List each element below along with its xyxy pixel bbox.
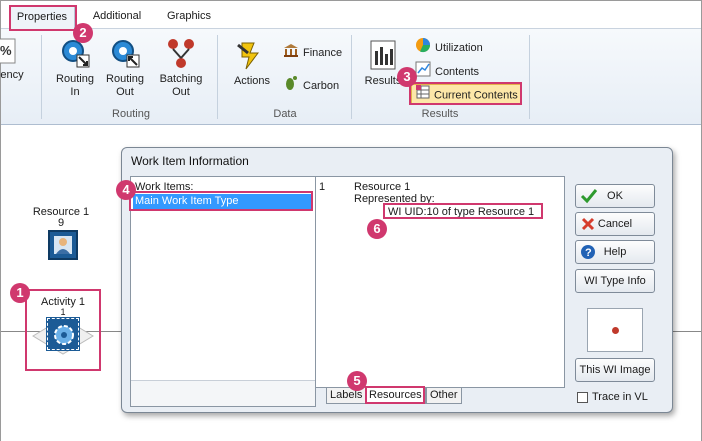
callout-1: 1 [10, 283, 30, 303]
results-group-label: Results [421, 108, 459, 120]
lightning-icon [236, 39, 268, 71]
highlight-resources-tab [365, 386, 425, 404]
svg-text:?: ? [585, 247, 592, 259]
bank-icon [283, 43, 299, 63]
trace-in-vl-checkbox[interactable]: Trace in VL [577, 391, 648, 405]
wi-image-preview [587, 308, 643, 352]
red-dot-icon [612, 327, 619, 334]
footprint-icon [283, 75, 299, 97]
routing-in-label: Routing In [56, 73, 94, 98]
highlight-properties-tab [9, 5, 77, 31]
contents-button[interactable]: Contents [415, 61, 479, 79]
detail-resource: Resource 1 [354, 181, 411, 193]
cancel-label: Cancel [597, 218, 633, 230]
callout-2: 2 [73, 23, 93, 43]
resource-count: 9 [57, 217, 65, 229]
trace-in-vl-label: Trace in VL [592, 391, 648, 403]
batching-out-button[interactable]: Batching Out [153, 37, 209, 99]
utilization-label: Utilization [435, 41, 483, 54]
finance-label: Finance [303, 46, 343, 59]
routing-out-label: Routing Out [106, 73, 144, 98]
close-icon [580, 216, 596, 240]
help-button[interactable]: ? Help [575, 240, 655, 264]
tab-other[interactable]: Other [426, 388, 462, 404]
ribbon: % ency Routing In Routing Out Batching O… [0, 29, 701, 125]
wi-type-info-button[interactable]: WI Type Info [575, 269, 655, 293]
data-group-label: Data [273, 108, 297, 120]
finance-button[interactable]: Finance [283, 43, 342, 61]
help-icon: ? [580, 244, 596, 268]
batching-out-label: Batching Out [159, 73, 203, 98]
wi-type-info-label: WI Type Info [584, 275, 646, 287]
tab-additional[interactable]: Additional [83, 5, 151, 29]
tab-graphics[interactable]: Graphics [157, 5, 221, 29]
routing-out-button[interactable]: Routing Out [101, 37, 149, 99]
work-item-information-dialog: Work Item Information Work Items: Main W… [121, 147, 673, 413]
dialog-title: Work Item Information [131, 154, 249, 168]
ok-label: OK [607, 190, 623, 202]
line-chart-icon [415, 61, 431, 83]
checkmark-icon [580, 188, 598, 212]
partial-button[interactable]: % ency [0, 37, 31, 82]
person-icon [54, 236, 72, 254]
partial-button-label: ency [0, 69, 24, 81]
highlight-current-contents [409, 82, 522, 105]
resource-node[interactable] [48, 230, 78, 260]
results-label: Results [364, 75, 402, 87]
highlight-work-item [129, 191, 313, 211]
svg-text:%: % [0, 43, 12, 58]
pie-chart-icon [415, 37, 431, 59]
cancel-button[interactable]: Cancel [575, 212, 655, 236]
callout-3: 3 [397, 67, 417, 87]
detail-index: 1 [319, 181, 326, 193]
list-footer [131, 380, 315, 406]
routing-in-button[interactable]: Routing In [51, 37, 99, 99]
carbon-button[interactable]: Carbon [283, 75, 339, 93]
ok-button[interactable]: OK [575, 184, 655, 208]
batching-out-icon [165, 37, 197, 69]
checkbox-box[interactable] [577, 391, 588, 403]
actions-label: Actions [233, 75, 271, 87]
ribbon-tabstrip: Properties Additional Graphics [1, 1, 701, 29]
routing-out-icon [109, 37, 141, 69]
help-label: Help [603, 246, 627, 258]
carbon-label: Carbon [303, 79, 340, 92]
callout-5: 5 [347, 371, 367, 391]
routing-group-label: Routing [112, 108, 150, 120]
contents-label: Contents [435, 65, 480, 78]
actions-button[interactable]: Actions [227, 39, 277, 88]
highlight-activity [25, 289, 101, 371]
highlight-wi-uid [383, 203, 543, 219]
this-wi-image-button[interactable]: This WI Image [575, 358, 655, 382]
percent-icon: % [0, 37, 19, 65]
callout-6: 6 [367, 219, 387, 239]
utilization-button[interactable]: Utilization [415, 37, 483, 55]
callout-4: 4 [116, 180, 136, 200]
report-icon [368, 39, 398, 71]
this-wi-image-label: This WI Image [579, 364, 651, 376]
